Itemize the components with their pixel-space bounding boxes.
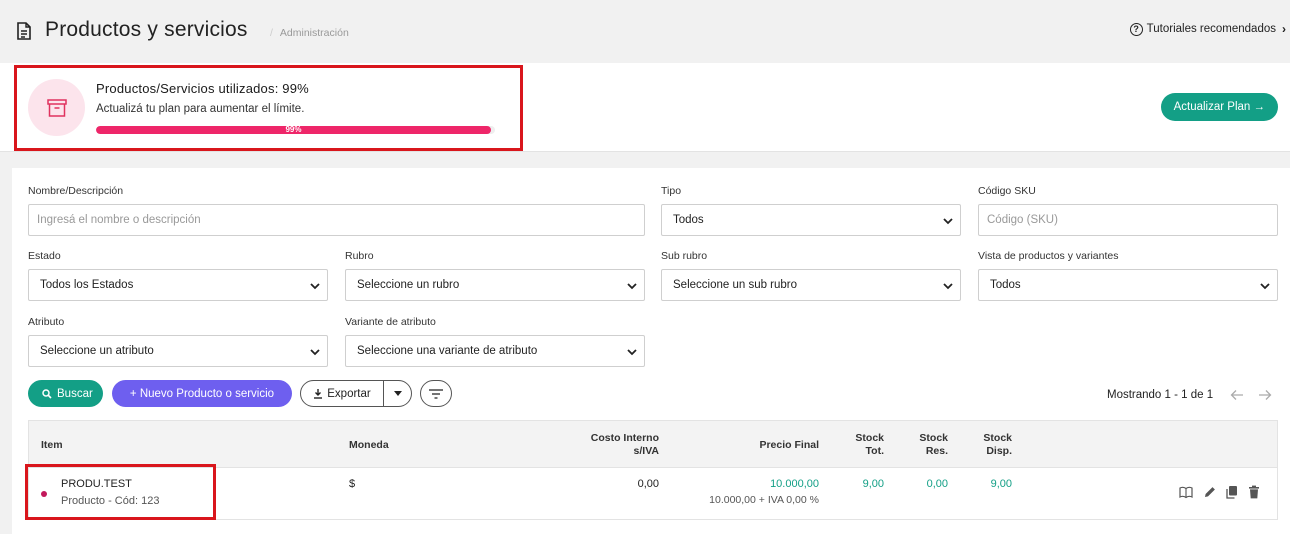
item-stock-tot: 9,00 xyxy=(862,478,884,490)
copy-icon[interactable] xyxy=(1225,485,1239,499)
usage-progress-bar: 99% xyxy=(96,126,495,134)
col-stock-disp-line2: Disp. xyxy=(986,445,1012,457)
col-stock-tot-line2: Tot. xyxy=(865,445,884,457)
breadcrumb-separator: / xyxy=(270,27,273,39)
tutorials-link[interactable]: ? Tutoriales recomendados › xyxy=(1129,22,1286,36)
rubro-label: Rubro xyxy=(345,250,374,262)
tipo-value: Todos xyxy=(673,214,704,226)
col-stock-disp-line1: Stock xyxy=(983,432,1012,444)
col-precio-header: Precio Final xyxy=(759,439,819,451)
search-button[interactable]: Buscar xyxy=(28,380,103,407)
chevron-down-icon xyxy=(943,218,953,225)
document-icon xyxy=(17,22,31,40)
subrubro-value: Seleccione un sub rubro xyxy=(673,279,798,291)
breadcrumb[interactable]: / Administración xyxy=(270,27,349,39)
new-product-button[interactable]: + Nuevo Producto o servicio xyxy=(112,380,292,407)
variante-select[interactable]: Seleccione una variante de atributo xyxy=(345,335,645,367)
col-costo-line1: Costo Interno xyxy=(590,432,659,444)
item-subtitle: Producto - Cód: 123 xyxy=(61,495,160,507)
highlight-outline xyxy=(25,464,216,520)
atributo-value: Seleccione un atributo xyxy=(40,345,154,357)
item-costo: 0,00 xyxy=(637,478,659,490)
usage-title: Productos/Servicios utilizados: 99% xyxy=(96,81,309,96)
chevron-down-icon xyxy=(1260,283,1270,290)
table-header: Item Moneda Costo Interno s/IVA Precio F… xyxy=(28,420,1278,468)
page-header: Productos y servicios / Administración ? … xyxy=(0,0,1290,62)
filter-lines-icon xyxy=(429,388,443,399)
chevron-down-icon xyxy=(310,349,320,356)
item-name[interactable]: PRODU.TEST xyxy=(61,478,132,490)
products-panel: Nombre/Descripción Ingresá el nombre o d… xyxy=(12,168,1290,534)
col-stock-res-header: Stock Res. xyxy=(898,432,948,458)
item-precio: 10.000,00 xyxy=(770,478,819,490)
plan-usage-banner: Productos/Servicios utilizados: 99% Actu… xyxy=(0,63,1290,152)
name-filter-label: Nombre/Descripción xyxy=(28,185,124,197)
breadcrumb-item[interactable]: Administración xyxy=(280,27,349,39)
rubro-value: Seleccione un rubro xyxy=(357,279,460,291)
book-icon[interactable] xyxy=(1179,485,1193,499)
chevron-down-icon xyxy=(627,349,637,356)
export-label: Exportar xyxy=(327,387,371,400)
caret-down-icon xyxy=(393,391,402,396)
edit-pencil-icon[interactable] xyxy=(1203,485,1217,499)
estado-label: Estado xyxy=(28,250,61,262)
trash-icon[interactable] xyxy=(1247,485,1261,499)
sku-label: Código SKU xyxy=(978,185,1036,197)
download-icon xyxy=(314,389,323,399)
page-title: Productos y servicios xyxy=(45,18,248,41)
chevron-down-icon xyxy=(627,283,637,290)
pagination-summary: Mostrando 1 - 1 de 1 xyxy=(1107,389,1214,401)
chevron-down-icon xyxy=(310,283,320,290)
item-precio-detalle: 10.000,00 + IVA 0,00 % xyxy=(709,494,819,506)
filter-toggle-button[interactable] xyxy=(420,380,452,407)
chevron-right-icon: › xyxy=(1282,22,1286,36)
previous-page-arrow-icon[interactable] xyxy=(1230,388,1244,402)
estado-value: Todos los Estados xyxy=(40,279,134,291)
atributo-label: Atributo xyxy=(28,316,65,328)
tipo-label: Tipo xyxy=(661,185,682,197)
tipo-select[interactable]: Todos xyxy=(661,204,961,236)
item-moneda: $ xyxy=(349,478,356,490)
col-stock-tot-header: Stock Tot. xyxy=(834,432,884,458)
col-item-header: Item xyxy=(41,439,63,451)
vista-select[interactable]: Todos xyxy=(978,269,1278,301)
col-stock-disp-header: Stock Disp. xyxy=(962,432,1012,458)
chevron-down-icon xyxy=(943,283,953,290)
estado-select[interactable]: Todos los Estados xyxy=(28,269,328,301)
col-moneda-header: Moneda xyxy=(349,439,389,451)
vista-label: Vista de productos y variantes xyxy=(978,250,1119,262)
table-row[interactable]: PRODU.TEST Producto - Cód: 123 $ 0,00 10… xyxy=(25,464,1278,520)
name-search-input[interactable]: Ingresá el nombre o descripción xyxy=(28,204,645,236)
export-button-group[interactable]: Exportar xyxy=(300,380,412,407)
usage-progress-label: 99% xyxy=(285,126,302,134)
usage-subtitle: Actualizá tu plan para aumentar el límit… xyxy=(96,103,305,115)
next-page-arrow-icon[interactable] xyxy=(1258,388,1272,402)
col-stock-tot-line1: Stock xyxy=(855,432,884,444)
item-stock-disp: 9,00 xyxy=(990,478,1012,490)
atributo-select[interactable]: Seleccione un atributo xyxy=(28,335,328,367)
sku-input[interactable]: Código (SKU) xyxy=(978,204,1278,236)
export-dropdown-toggle[interactable] xyxy=(384,391,411,396)
help-icon: ? xyxy=(1129,22,1143,36)
col-costo-header: Costo Interno s/IVA xyxy=(559,432,659,458)
search-icon xyxy=(42,388,52,399)
tutorials-label: Tutoriales recomendados xyxy=(1146,23,1276,35)
col-stock-res-line2: Res. xyxy=(925,445,948,457)
variante-value: Seleccione una variante de atributo xyxy=(357,345,538,357)
subrubro-label: Sub rubro xyxy=(661,250,708,262)
status-dot xyxy=(41,491,47,497)
upgrade-plan-button[interactable]: Actualizar Plan → xyxy=(1160,93,1278,121)
export-button[interactable]: Exportar xyxy=(301,381,384,406)
archive-box-icon xyxy=(28,79,85,136)
col-stock-res-line1: Stock xyxy=(919,432,948,444)
usage-progress-fill: 99% xyxy=(96,126,491,134)
col-costo-line2: s/IVA xyxy=(633,445,659,457)
search-button-label: Buscar xyxy=(57,387,93,400)
item-stock-res: 0,00 xyxy=(926,478,948,490)
subrubro-select[interactable]: Seleccione un sub rubro xyxy=(661,269,961,301)
rubro-select[interactable]: Seleccione un rubro xyxy=(345,269,645,301)
variante-label: Variante de atributo xyxy=(345,316,436,328)
vista-value: Todos xyxy=(990,279,1021,291)
